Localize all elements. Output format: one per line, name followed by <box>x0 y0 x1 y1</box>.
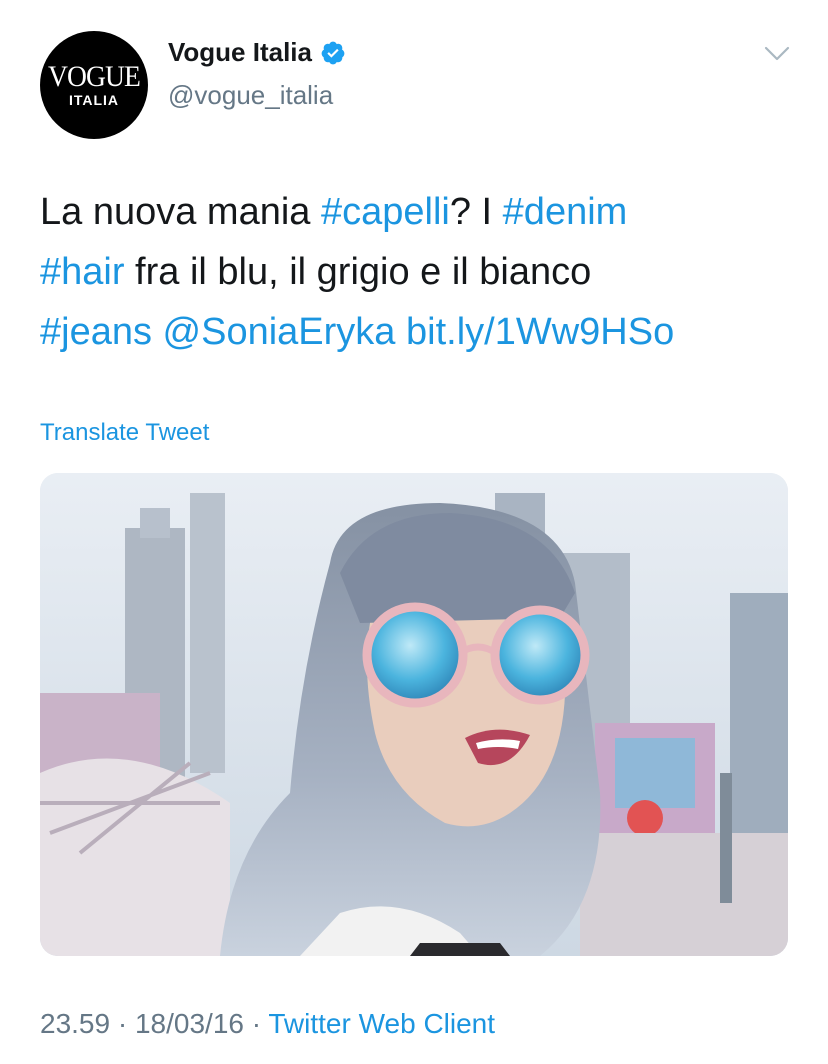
text-segment: ? I <box>449 191 503 233</box>
tweet-time[interactable]: 23.59 <box>40 1008 110 1039</box>
tweet-client-link[interactable]: Twitter Web Client <box>268 1008 495 1039</box>
hashtag-capelli[interactable]: #capelli <box>321 191 450 233</box>
avatar[interactable]: VOGUE ITALIA <box>40 31 148 139</box>
photo-illustration <box>40 473 788 956</box>
hashtag-denim[interactable]: #denim <box>503 191 628 233</box>
meta-separator: · <box>251 1008 262 1039</box>
short-url-link[interactable]: bit.ly/1Ww9HSo <box>406 311 674 353</box>
avatar-wordmark: VOGUE <box>48 59 141 93</box>
verified-badge-icon <box>320 40 346 66</box>
tweet-photo[interactable] <box>40 473 788 956</box>
tweet-text: La nuova mania #capelli? I #denim #hair … <box>40 182 800 362</box>
avatar-subtitle: ITALIA <box>68 91 120 108</box>
user-handle[interactable]: @vogue_italia <box>168 80 333 111</box>
meta-separator: · <box>117 1008 128 1039</box>
translate-tweet-link[interactable]: Translate Tweet <box>40 419 209 447</box>
text-segment: La nuova mania <box>40 191 321 233</box>
text-segment: fra il blu, il grigio e il bianco <box>124 251 592 293</box>
chevron-down-icon[interactable] <box>762 44 792 64</box>
tweet-date[interactable]: 18/03/16 <box>135 1008 244 1039</box>
author-name-row[interactable]: Vogue Italia <box>168 37 346 68</box>
hashtag-jeans[interactable]: #jeans <box>40 311 152 353</box>
display-name[interactable]: Vogue Italia <box>168 37 312 68</box>
tweet-metadata: 23.59 · 18/03/16 · Twitter Web Client <box>40 1008 495 1040</box>
hashtag-hair[interactable]: #hair <box>40 251 125 293</box>
tweet-card: VOGUE ITALIA Vogue Italia @vogue_italia … <box>0 0 828 1064</box>
mention-link[interactable]: @SoniaEryka <box>163 311 396 353</box>
